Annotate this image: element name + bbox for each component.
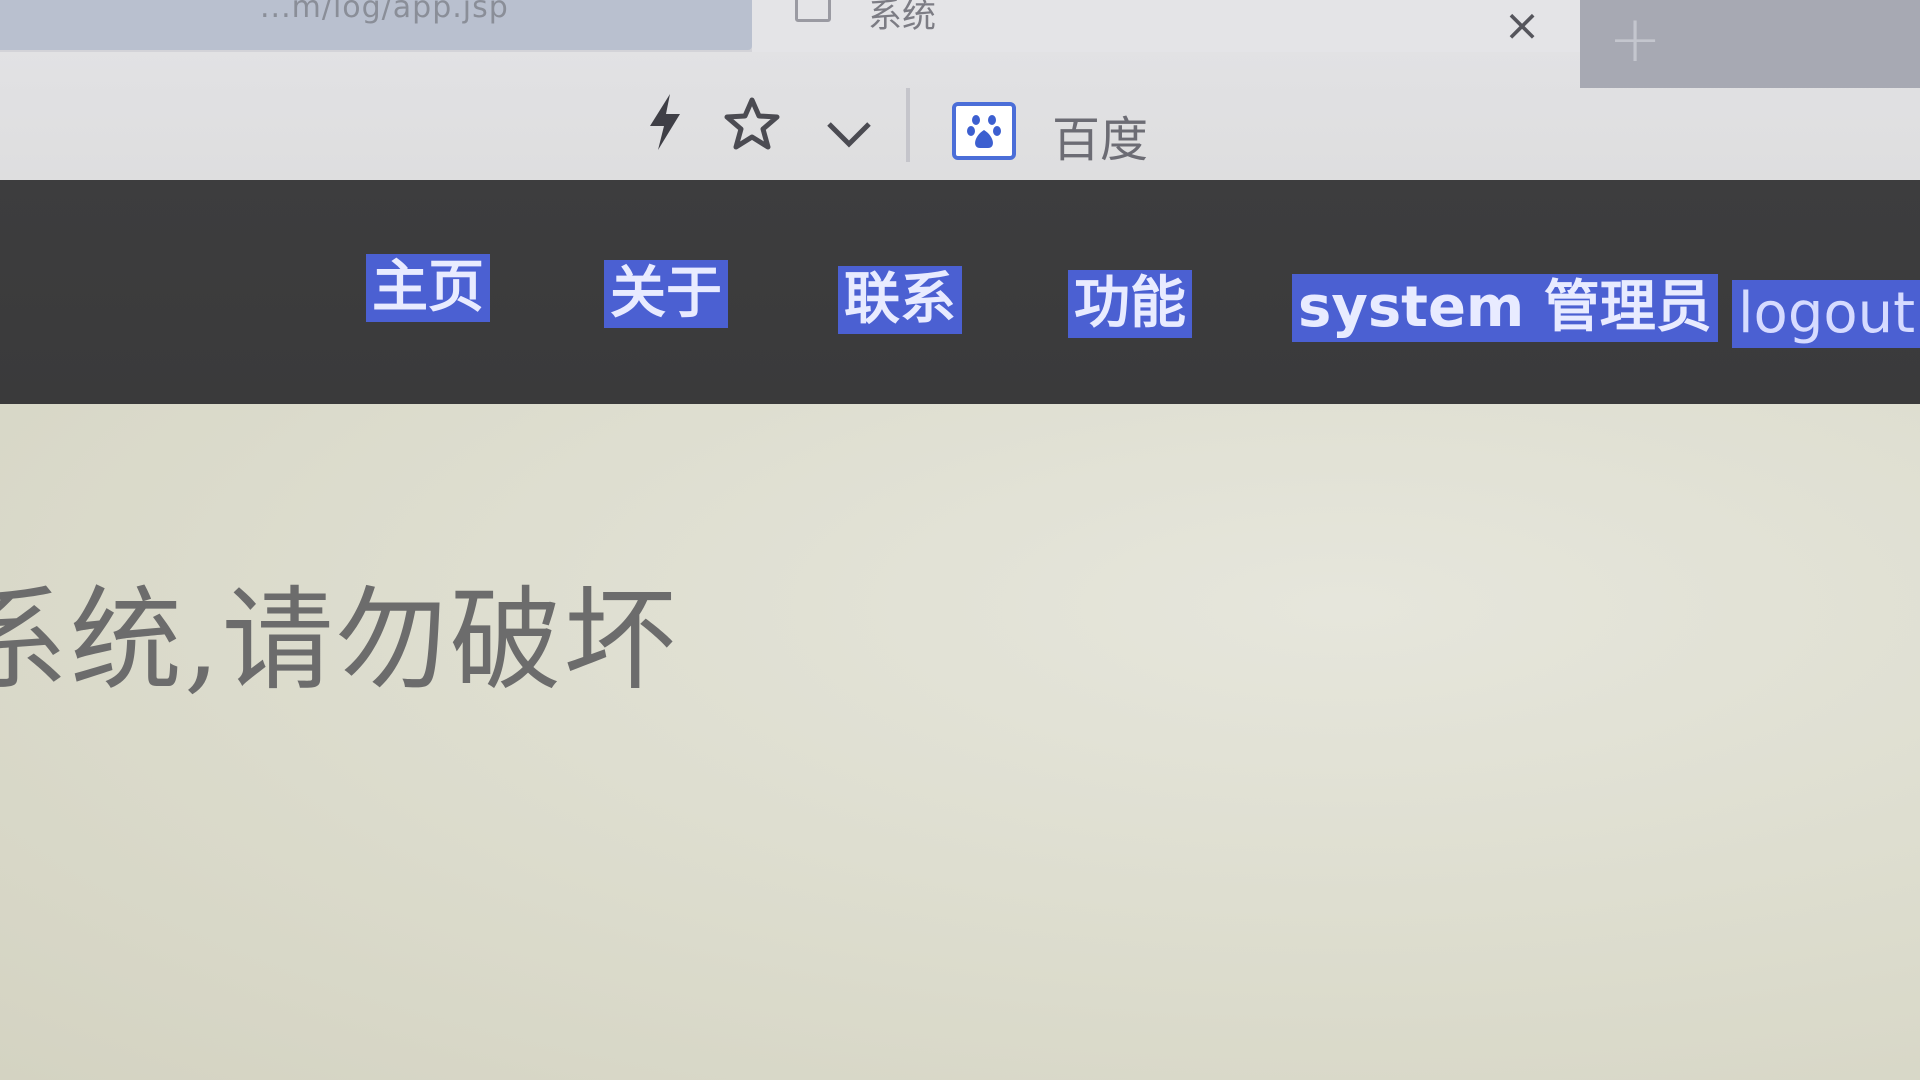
notice-text: 系统,请勿破坏 — [0, 576, 678, 706]
browser-chrome: ...m/log/app.jsp 系统 × + 百度 — [0, 0, 1920, 180]
nav-logout[interactable]: logout — [1732, 280, 1920, 348]
nav-user[interactable]: system 管理员 — [1292, 274, 1718, 342]
nav-features[interactable]: 功能 — [1068, 270, 1192, 338]
star-icon[interactable] — [722, 96, 782, 152]
tab-active-title: 系统 — [868, 0, 936, 36]
plus-icon[interactable]: + — [1605, 8, 1665, 72]
baidu-paw-icon[interactable] — [952, 102, 1016, 160]
close-icon[interactable]: × — [1502, 4, 1542, 48]
nav-contact[interactable]: 联系 — [838, 266, 962, 334]
site-navbar: 主页 关于 联系 功能 system 管理员 logout — [0, 180, 1920, 404]
chevron-down-icon[interactable] — [824, 108, 874, 148]
page-icon — [795, 0, 831, 22]
tab-inactive[interactable]: ...m/log/app.jsp — [0, 0, 752, 50]
main-content: 系统,请勿破坏 — [0, 404, 1920, 1080]
tab-inactive-title: ...m/log/app.jsp — [260, 0, 509, 25]
nav-about[interactable]: 关于 — [604, 260, 728, 328]
toolbar-divider — [906, 88, 910, 162]
search-engine-label[interactable]: 百度 — [1052, 100, 1148, 170]
nav-home[interactable]: 主页 — [366, 254, 490, 322]
lightning-icon[interactable] — [640, 92, 690, 152]
